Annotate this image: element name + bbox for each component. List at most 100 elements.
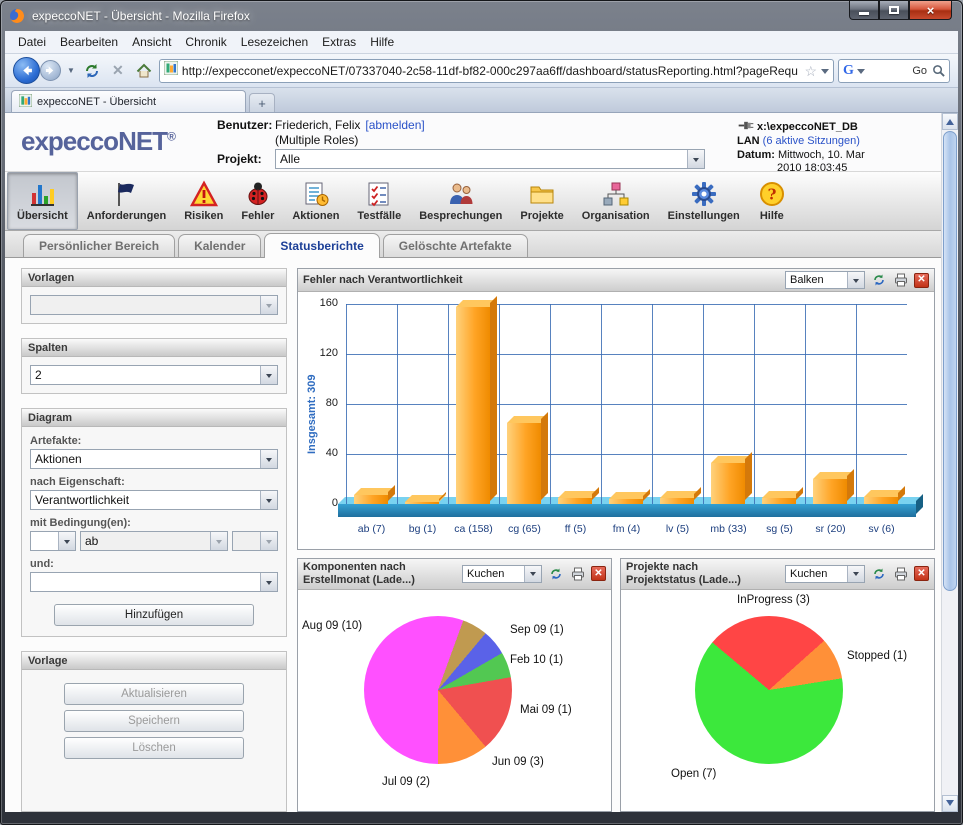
page-scrollbar[interactable] [941,113,958,812]
tab-statusberichte[interactable]: Statusberichte [264,233,379,258]
sidebar: Vorlagen Spalten 2 [21,268,287,812]
close-panel-button[interactable]: ✕ [591,566,606,581]
magnifier-icon[interactable] [932,64,945,77]
bookmark-star-icon[interactable]: ☆ [804,64,817,78]
scrollbar-track[interactable] [942,592,958,795]
chevron-down-icon[interactable] [260,573,277,591]
chevron-down-icon[interactable] [260,491,277,509]
und-select[interactable] [30,572,278,592]
history-dropdown-icon[interactable]: ▼ [65,66,77,75]
toolbar-item-organisation[interactable]: Organisation [573,172,659,230]
toolbar-item-label: Risiken [184,210,223,222]
project-select[interactable]: Alle [275,149,705,169]
bar-ytick-label: 160 [306,297,338,309]
toolbar-item-uebersicht[interactable]: Übersicht [7,172,78,230]
loeschen-button[interactable]: Löschen [64,737,244,759]
tab-kalender[interactable]: Kalender [178,234,261,257]
refresh-icon[interactable] [547,566,564,582]
chevron-down-icon[interactable] [847,566,864,582]
refresh-icon[interactable] [870,272,887,288]
scroll-up-button[interactable] [942,113,958,130]
menu-lesezeichen[interactable]: Lesezeichen [234,32,315,52]
und-label: und: [30,558,278,570]
url-dropdown-icon[interactable] [821,69,829,78]
tab-persoenlicher-bereich[interactable]: Persönlicher Bereich [23,234,175,257]
bar-lv-5 [660,498,694,504]
close-button[interactable]: × [909,1,952,20]
pie2-panel-title: Projekte nach Projektstatus (Lade...) [626,561,780,587]
stop-button[interactable]: ✕ [107,60,129,82]
chart-type-select[interactable]: Kuchen [462,565,542,583]
url-bar[interactable]: http://expecconet/expeccoNET/07337040-2c… [159,59,834,83]
printer-icon[interactable] [892,272,909,288]
home-button[interactable] [133,60,155,82]
scroll-down-button[interactable] [942,795,958,812]
bar-cg-65 [507,423,541,504]
close-panel-button[interactable]: ✕ [914,273,929,288]
reload-button[interactable] [81,60,103,82]
chart-type-select[interactable]: Kuchen [785,565,865,583]
chevron-down-icon[interactable] [260,296,277,314]
chevron-down-icon[interactable] [687,150,704,168]
title-bar[interactable]: expeccoNET - Übersicht - Mozilla Firefox… [5,1,958,31]
chart-type-select[interactable]: Balken [785,271,865,289]
aktualisieren-button[interactable]: Aktualisieren [64,683,244,705]
bedingung-operator-select[interactable] [30,531,76,551]
eigenschaft-select[interactable]: Verantwortlichkeit [30,490,278,510]
google-logo-icon: G [843,63,854,79]
chevron-down-icon[interactable] [210,532,227,550]
arrow-down-icon [946,800,954,810]
toolbar-item-einstellungen[interactable]: Einstellungen [659,172,749,230]
toolbar-item-hilfe[interactable]: ?Hilfe [749,172,795,230]
refresh-icon[interactable] [870,566,887,582]
artefakte-select[interactable]: Aktionen [30,449,278,469]
bedingung-extra-select[interactable] [232,531,278,551]
browser-tab-bar: expeccoNET - Übersicht + [5,88,958,113]
menu-chronik[interactable]: Chronik [178,32,233,52]
close-panel-button[interactable]: ✕ [914,566,929,581]
menu-ansicht[interactable]: Ansicht [125,32,178,52]
toolbar-item-label: Projekte [520,210,563,222]
toolbar-item-projekte[interactable]: Projekte [511,172,572,230]
toolbar-item-testfaelle[interactable]: Testfälle [348,172,410,230]
toolbar-item-label: Anforderungen [87,210,166,222]
forward-button[interactable] [40,60,61,81]
toolbar-item-anforderungen[interactable]: Anforderungen [78,172,175,230]
search-engine-dropdown-icon[interactable] [857,69,865,78]
bar-y-axis-label: Insgesamt: 309 [306,375,318,454]
chevron-down-icon[interactable] [260,532,277,550]
menu-extras[interactable]: Extras [315,32,363,52]
new-tab-button[interactable]: + [249,93,275,112]
toolbar-item-risiken[interactable]: Risiken [175,172,232,230]
spalten-select[interactable]: 2 [30,365,278,385]
back-button[interactable] [13,57,40,84]
toolbar-item-aktionen[interactable]: Aktionen [283,172,348,230]
vorlagen-select[interactable] [30,295,278,315]
minimize-button[interactable] [849,1,879,20]
browser-tab[interactable]: expeccoNET - Übersicht [11,90,246,112]
chevron-down-icon[interactable] [58,532,75,550]
lan-sessions[interactable]: (6 aktive Sitzungen) [763,135,860,147]
menu-datei[interactable]: Datei [11,32,53,52]
printer-icon[interactable] [892,566,909,582]
chevron-down-icon[interactable] [847,272,864,288]
bedingung-value-select[interactable]: ab [80,531,228,551]
url-text[interactable]: http://expecconet/expeccoNET/07337040-2c… [182,64,801,78]
bar-chart: Insgesamt: 309 04080120160 ab (7)bg (1)c… [298,292,934,549]
chevron-down-icon[interactable] [524,566,541,582]
bar-category-label: sr (20) [805,523,856,535]
chevron-down-icon[interactable] [260,450,277,468]
menu-bearbeiten[interactable]: Bearbeiten [53,32,125,52]
search-input[interactable]: Go [868,65,929,77]
toolbar-item-fehler[interactable]: Fehler [232,172,283,230]
printer-icon[interactable] [569,566,586,582]
menu-hilfe[interactable]: Hilfe [363,32,401,52]
logout-link[interactable]: [abmelden] [365,118,424,132]
chevron-down-icon[interactable] [260,366,277,384]
maximize-button[interactable] [879,1,909,20]
toolbar-item-besprechungen[interactable]: Besprechungen [410,172,511,230]
tab-geloeschte-artefakte[interactable]: Gelöschte Artefakte [383,234,528,257]
search-bar[interactable]: G Go [838,59,950,83]
speichern-button[interactable]: Speichern [64,710,244,732]
hinzufuegen-button[interactable]: Hinzufügen [54,604,254,626]
